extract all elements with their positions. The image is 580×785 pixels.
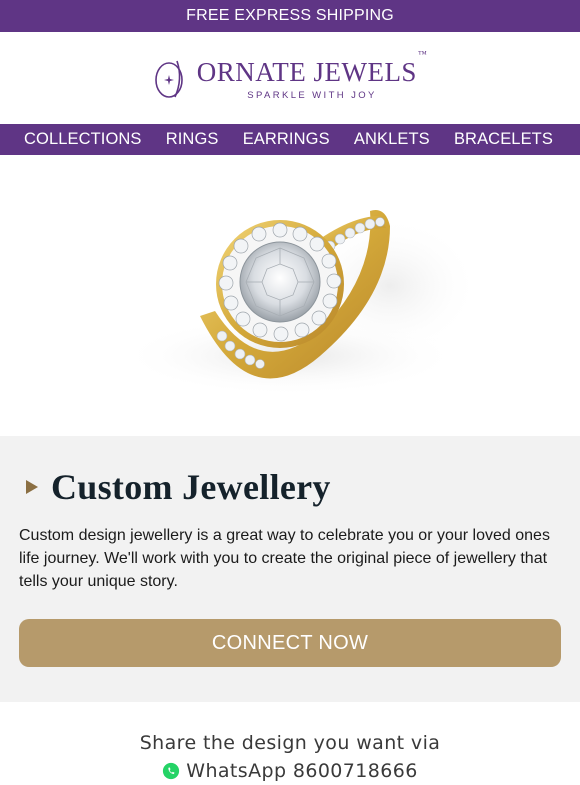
- shipping-banner: FREE EXPRESS SHIPPING: [0, 0, 580, 32]
- trademark-mark: ™: [417, 49, 428, 59]
- connect-now-button[interactable]: CONNECT NOW: [19, 619, 561, 667]
- share-text: Share the design you want via: [139, 732, 441, 754]
- nav-item-collections[interactable]: COLLECTIONS: [24, 130, 142, 149]
- logo[interactable]: ORNATE JEWELS™ SPARKLE WITH JOY: [153, 49, 428, 101]
- triangle-bullet-icon: [26, 480, 38, 494]
- jewel-oval-star-icon: [154, 60, 183, 98]
- shipping-banner-text: FREE EXPRESS SHIPPING: [186, 7, 394, 24]
- whatsapp-icon: [163, 762, 180, 780]
- whatsapp-link[interactable]: WhatsApp 8600718666: [162, 760, 417, 782]
- brand-tagline: SPARKLE WITH JOY: [247, 90, 377, 101]
- whatsapp-number: WhatsApp 8600718666: [186, 760, 418, 782]
- site-header: ORNATE JEWELS™ SPARKLE WITH JOY: [0, 32, 580, 124]
- section-description: Custom design jewellery is a great way t…: [19, 527, 550, 590]
- main-nav: COLLECTIONS RINGS EARRINGS ANKLETS BRACE…: [0, 124, 580, 155]
- nav-item-anklets[interactable]: ANKLETS: [354, 130, 430, 149]
- section-heading: Custom Jewellery: [51, 467, 331, 507]
- brand-name: ORNATE JEWELS™: [196, 49, 428, 87]
- gold-halo-diamond-ring: [120, 209, 480, 396]
- share-section: Share the design you want via WhatsApp 8…: [0, 702, 580, 782]
- nav-item-earrings[interactable]: EARRINGS: [243, 130, 330, 149]
- nav-item-rings[interactable]: RINGS: [166, 130, 219, 149]
- nav-item-bracelets[interactable]: BRACELETS: [454, 130, 553, 149]
- hero-image[interactable]: [0, 155, 580, 436]
- custom-jewellery-section: Custom Jewellery Custom design jewellery…: [0, 436, 580, 702]
